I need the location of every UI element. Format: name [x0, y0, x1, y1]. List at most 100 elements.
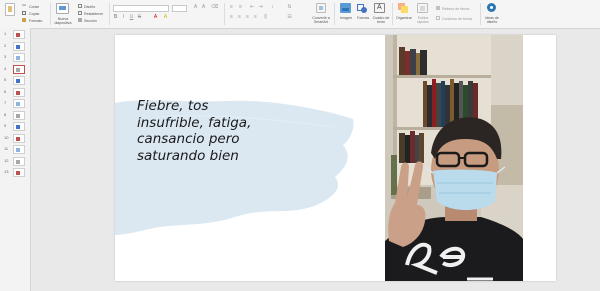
cut-button[interactable]: ✂ Cortar [22, 4, 44, 10]
designer-button[interactable] [486, 3, 497, 13]
arrange-button[interactable] [398, 3, 409, 13]
align-right-icon[interactable]: ≡ [245, 15, 250, 20]
paste-button[interactable] [5, 3, 15, 16]
convert-smartart-button[interactable] [316, 3, 326, 13]
slide-thumbnail-preview [13, 156, 25, 166]
slide-number: 2 [4, 42, 7, 48]
ribbon-toolbar: ✂ Cortar Copiar Formato Nueva diapositiv… [0, 0, 600, 29]
shape-outline-button[interactable]: Contorno de forma [436, 16, 476, 21]
align-left-icon[interactable]: ≡ [229, 15, 234, 20]
slide-thumbnail[interactable]: 11 [2, 145, 28, 155]
slide-thumbnail-preview [13, 53, 25, 62]
text-line: cansancio pero [137, 131, 240, 147]
slide-thumbnail-pane: 1 2 3 4 5 6 7 8 9 10 11 12 13 [0, 28, 31, 291]
slide-thumbnail[interactable]: 6 [2, 87, 28, 98]
slide-thumbnail[interactable]: 4 [2, 64, 28, 75]
thumbnail-content-mark [16, 148, 20, 152]
new-slide-icon [59, 6, 66, 10]
pen-icon [436, 16, 440, 20]
slide-thumbnail-preview [13, 99, 25, 108]
thumbnail-content-mark [16, 33, 20, 37]
shape-outline-label: Contorno de forma [442, 17, 472, 21]
columns-icon[interactable]: ⫼ [263, 15, 268, 20]
increase-font-icon[interactable]: A [193, 5, 198, 10]
line-spacing-icon[interactable]: ↕ [270, 5, 275, 10]
textbox-button[interactable]: A [374, 3, 385, 13]
strikethrough-icon[interactable]: S [137, 15, 142, 20]
arrange-icon-front [401, 6, 408, 13]
font-format-row: B I U S A A [113, 15, 223, 20]
align-text-icon[interactable]: ⊟ [287, 15, 292, 20]
slide-number: 5 [4, 77, 7, 82]
slide-thumbnail[interactable]: 1 [2, 30, 28, 40]
shapes-label: Formas [357, 16, 370, 20]
slide-number: 13 [4, 169, 9, 174]
slide-thumbnail-preview [13, 122, 25, 131]
slide-thumbnail[interactable]: 3 [2, 53, 28, 63]
section-button[interactable]: Sección [78, 18, 102, 23]
thumbnail-content-mark [16, 125, 20, 129]
underline-icon[interactable]: U [129, 15, 134, 20]
slide-canvas[interactable]: Fiebre, tos insufrible, fatiga, cansanci… [115, 35, 556, 281]
thumbnail-content-mark [16, 159, 20, 164]
slide-thumbnail-preview [13, 76, 25, 85]
thumbnail-content-mark [16, 90, 20, 95]
slide-thumbnail[interactable]: 12 [2, 156, 28, 167]
bullets-icon[interactable]: ≡ [229, 5, 234, 10]
new-slide-label: Nueva diapositiva [54, 17, 72, 25]
text-direction-icon[interactable]: ⇅ [287, 5, 292, 10]
selfie-photo[interactable] [385, 35, 523, 281]
font-name-box[interactable] [113, 5, 169, 12]
format-painter-button[interactable]: Formato [22, 18, 44, 23]
copy-button[interactable]: Copiar [22, 11, 44, 16]
slide-thumbnail[interactable]: 5 [2, 76, 28, 86]
align-center-icon[interactable]: ≡ [237, 15, 242, 20]
slide-thumbnail[interactable]: 13 [2, 168, 28, 178]
layout-button[interactable]: Diseño [78, 4, 102, 9]
slide-number: 9 [4, 123, 7, 128]
cut-label: Cortar [29, 5, 39, 9]
slide-number: 3 [4, 54, 7, 59]
decrease-indent-icon[interactable]: ⇤ [250, 5, 255, 10]
copy-label: Copiar [29, 12, 40, 16]
slide-number: 12 [4, 157, 9, 163]
textbox-label: Cuadro de texto [372, 16, 390, 24]
increase-indent-icon[interactable]: ⇥ [258, 5, 263, 10]
ribbon-separator [392, 3, 393, 25]
slide-thumbnail[interactable]: 7 [2, 99, 28, 109]
slide-number: 7 [4, 100, 7, 105]
thumbnail-content-mark [16, 136, 20, 141]
reset-button[interactable]: Restablecer [78, 11, 106, 16]
image-button[interactable] [340, 3, 351, 13]
justify-icon[interactable]: ≡ [253, 15, 258, 20]
slide-thumbnail[interactable]: 8 [2, 110, 28, 121]
slide-thumbnail[interactable]: 9 [2, 122, 28, 132]
smartart-icon [319, 6, 323, 10]
slide-thumbnail[interactable]: 10 [2, 133, 28, 144]
quick-styles-button[interactable] [417, 3, 428, 13]
slide-thumbnail-preview [13, 110, 25, 120]
section-label: Sección [84, 19, 97, 23]
shape-fill-button[interactable]: Relleno de forma [436, 6, 472, 11]
font-size-box[interactable] [172, 5, 187, 12]
thumbnail-content-mark [16, 44, 20, 49]
font-color-icon[interactable]: A [153, 15, 158, 20]
shapes-button[interactable] [357, 3, 368, 13]
copy-icon [22, 11, 26, 15]
slide-thumbnail-preview [13, 41, 25, 51]
italic-icon[interactable]: I [121, 15, 126, 20]
highlight-icon[interactable]: A [163, 15, 168, 20]
arrange-label: Organizar [396, 16, 412, 20]
slide-number: 6 [4, 88, 7, 94]
section-icon [78, 18, 82, 22]
clipboard-icon [8, 6, 12, 12]
circle-shape-icon [361, 7, 367, 13]
new-slide-button[interactable] [56, 3, 69, 14]
clear-format-icon[interactable]: ⌫ [211, 5, 218, 10]
slide-thumbnail[interactable]: 2 [2, 41, 28, 52]
bold-icon[interactable]: B [113, 15, 118, 20]
decrease-font-icon[interactable]: A [201, 5, 206, 10]
ribbon-separator [480, 3, 481, 25]
numbering-icon[interactable]: ≡ [238, 5, 243, 10]
slide-body-text[interactable]: Fiebre, tos insufrible, fatiga, cansanci… [137, 98, 277, 164]
